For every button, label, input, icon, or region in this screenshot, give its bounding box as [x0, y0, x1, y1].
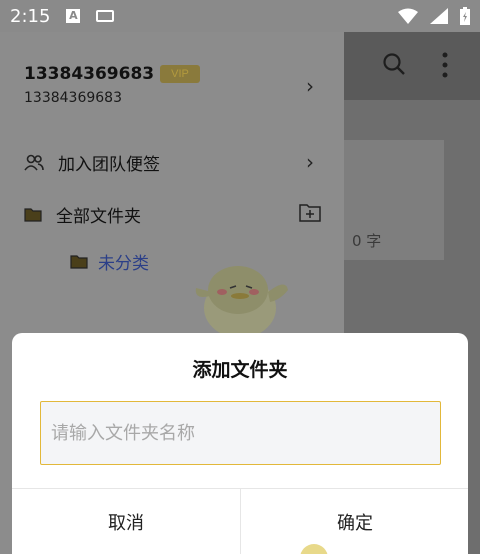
vip-badge: VIP	[160, 65, 200, 83]
status-time: 2:15	[10, 5, 51, 27]
folder-name-input[interactable]	[40, 401, 441, 465]
join-team-row[interactable]: 加入团队便签	[24, 150, 160, 175]
keyboard-icon	[96, 10, 115, 22]
status-icons	[398, 7, 470, 25]
chevron-right-icon[interactable]: ›	[306, 74, 314, 98]
all-folders-row[interactable]: 全部文件夹	[24, 202, 141, 227]
cancel-button[interactable]: 取消	[12, 489, 240, 554]
folder-icon	[70, 255, 88, 269]
signal-icon	[430, 8, 448, 24]
team-icon	[24, 154, 44, 171]
status-bar: 2:15 A	[0, 0, 480, 32]
chevron-right-icon[interactable]: ›	[306, 150, 314, 174]
main-toolbar	[342, 32, 480, 100]
folder-uncategorized-row[interactable]: 未分类	[70, 249, 149, 274]
notification-a-icon: A	[66, 9, 81, 23]
add-folder-icon[interactable]	[299, 202, 321, 222]
account-phone-sub: 13384369683	[24, 90, 122, 106]
all-folders-label: 全部文件夹	[56, 207, 141, 227]
dialog-title: 添加文件夹	[192, 359, 288, 381]
mascot-illustration	[195, 266, 288, 338]
confirm-button[interactable]: 确定	[241, 489, 469, 554]
wifi-icon	[398, 8, 418, 24]
battery-icon	[460, 7, 470, 25]
more-vert-icon[interactable]	[441, 52, 449, 78]
search-icon[interactable]	[382, 52, 406, 76]
folder-uncategorized-label: 未分类	[98, 254, 149, 274]
join-team-label: 加入团队便签	[58, 155, 160, 175]
folder-icon	[24, 208, 42, 222]
word-count: 0 字	[352, 232, 382, 250]
add-folder-dialog: 添加文件夹 取消 确定	[12, 333, 468, 554]
account-phone-title[interactable]: 13384369683	[24, 64, 154, 84]
